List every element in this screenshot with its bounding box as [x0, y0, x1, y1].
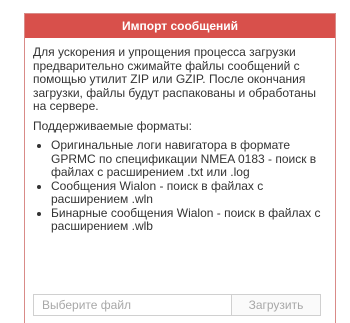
file-uploader: Выберите файл Загрузить: [25, 294, 337, 320]
format-item-wlb: Бинарные сообщения Wialon - поиск в файл…: [51, 206, 327, 234]
format-item-nmea: Оригинальные логи навигатора в формате G…: [51, 138, 327, 180]
intro-text: Для ускорения и упрощения процесса загру…: [33, 45, 317, 113]
file-select-input[interactable]: Выберите файл Загрузить: [33, 294, 321, 316]
import-messages-dialog: Импорт сообщений Для ускорения и упрощен…: [24, 13, 336, 323]
file-input-placeholder: Выберите файл: [42, 298, 132, 312]
dialog-content: Для ускорения и упрощения процесса загру…: [25, 38, 335, 234]
dialog-title: Импорт сообщений: [25, 14, 335, 38]
formats-list: Оригинальные логи навигатора в формате G…: [33, 138, 327, 234]
formats-title: Поддерживаемые форматы:: [33, 118, 192, 133]
format-item-wln: Сообщения Wialon - поиск в файлах с расш…: [51, 179, 327, 207]
upload-button[interactable]: Загрузить: [231, 295, 320, 315]
